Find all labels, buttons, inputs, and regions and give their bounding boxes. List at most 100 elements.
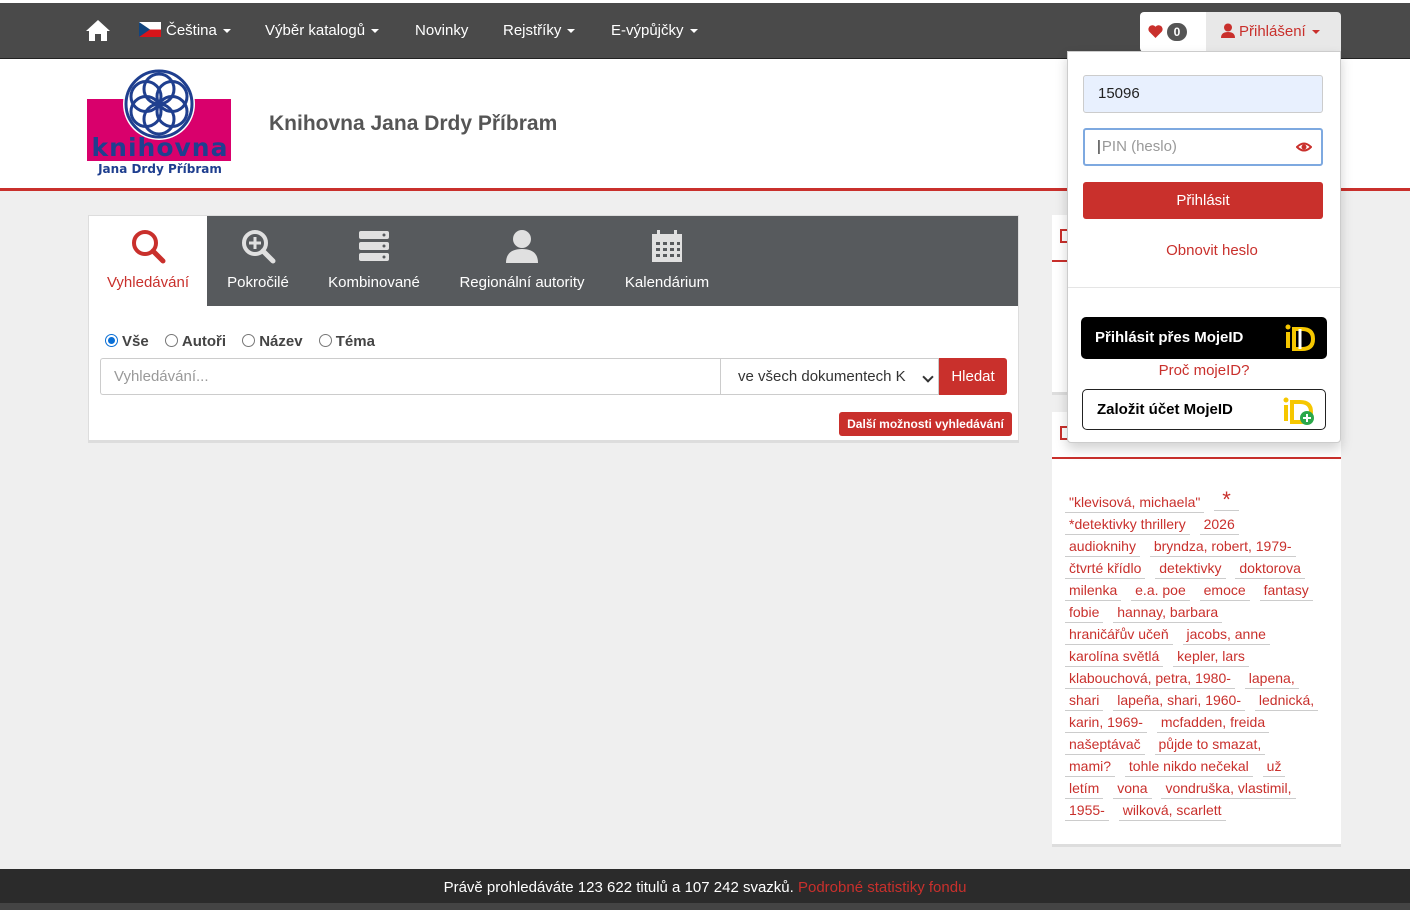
chevron-down-icon [922, 371, 934, 383]
mojeid-why-link[interactable]: Proč mojeID? [1068, 362, 1340, 379]
tag-link[interactable]: e.a. poe [1131, 580, 1190, 601]
logo-word: knihovna [91, 133, 229, 162]
footer: Právě prohledáváte 123 622 titulů a 107 … [0, 869, 1410, 910]
tag-link[interactable]: "klevisová, michaela" [1065, 492, 1205, 513]
login-dropdown: 15096 |PIN (heslo) Přihlásit Obnovit hes… [1067, 51, 1341, 443]
tag-link[interactable]: karin, 1969- [1065, 712, 1147, 733]
radio-topic-label: Téma [335, 333, 375, 350]
mojeid-create-button[interactable]: Založit účet MojeID [1082, 389, 1326, 430]
logo-subtitle: Jana Drdy Příbram [98, 162, 222, 176]
radio-title[interactable]: Název [242, 333, 303, 350]
library-logo[interactable]: knihovna Jana Drdy Příbram [87, 68, 233, 181]
tab-regional-authorities[interactable]: Regionální autority [439, 216, 605, 306]
mojeid-login-label: Přihlásit přes MojeID [1095, 329, 1244, 346]
tag-link[interactable]: milenka [1065, 580, 1122, 601]
search-button[interactable]: Hledat [939, 358, 1007, 395]
tag-link[interactable]: mcfadden, freida [1156, 712, 1270, 733]
footer-stats-link[interactable]: Podrobné statistiky fondu [798, 879, 966, 896]
tag-link[interactable]: bryndza, robert, 1979- [1149, 536, 1296, 557]
login-dropdown-toggle[interactable]: Přihlášení [1206, 12, 1341, 52]
radio-dot [318, 334, 332, 347]
tag-link[interactable]: fobie [1065, 602, 1104, 623]
nav-registers[interactable]: Rejstříky [503, 22, 576, 39]
tag-link[interactable]: hraničářův učeň [1065, 624, 1173, 645]
pin-input[interactable]: |PIN (heslo) [1083, 128, 1323, 166]
tab-calendar[interactable]: Kalendárium [605, 216, 729, 306]
nav-catalog[interactable]: Výběr katalogů [265, 22, 380, 39]
czech-flag-icon [139, 22, 161, 37]
tag-link[interactable]: detektivky [1155, 558, 1226, 579]
tag-link[interactable]: * [1214, 488, 1239, 511]
mojeid-login-button[interactable]: Přihlásit přes MojeID [1081, 317, 1327, 359]
heart-icon [1148, 25, 1163, 38]
tag-link[interactable]: půjde to smazat, [1154, 734, 1266, 755]
tag-link[interactable]: kepler, lars [1173, 646, 1249, 667]
mojeid-create-label: Založit účet MojeID [1097, 401, 1233, 418]
username-input[interactable]: 15096 [1083, 75, 1323, 113]
tag-link[interactable]: letím [1065, 778, 1104, 799]
tab-combined[interactable]: Kombinované [309, 216, 439, 306]
tag-link[interactable]: tohle nikdo nečekal [1124, 756, 1253, 777]
tab-combined-label: Kombinované [328, 274, 420, 291]
caret-down-icon [567, 29, 576, 34]
search-input[interactable]: Vyhledávání... [100, 358, 720, 395]
tag-link[interactable]: lapeña, shari, 1960- [1113, 690, 1246, 711]
tag-link[interactable]: klabouchová, petra, 1980- [1065, 668, 1235, 689]
reset-password-link[interactable]: Obnovit heslo [1068, 242, 1356, 259]
tag-link[interactable]: fantasy [1259, 580, 1313, 601]
nav-eloans[interactable]: E-výpůjčky [611, 22, 698, 39]
login-submit-button[interactable]: Přihlásit [1083, 182, 1323, 219]
tag-link[interactable]: našeptávač [1065, 734, 1145, 755]
tab-search-label: Vyhledávání [106, 274, 189, 291]
more-options-button[interactable]: Další možnosti vyhledávání [839, 412, 1012, 436]
search-panel: Vyhledávání Pokročilé Kombinované Region… [88, 215, 1019, 443]
favorites-count-badge: 0 [1167, 23, 1187, 41]
radio-topic[interactable]: Téma [318, 333, 375, 350]
eye-icon[interactable] [1296, 139, 1312, 155]
radio-dot [242, 334, 256, 347]
tab-advanced[interactable]: Pokročilé [207, 216, 309, 306]
tag-link[interactable]: shari [1065, 690, 1104, 711]
nav-catalog-label: Výběr katalogů [265, 22, 366, 39]
search-tabs: Vyhledávání Pokročilé Kombinované Region… [89, 216, 1018, 306]
mojeid-logo-icon [1285, 324, 1316, 351]
tag-link[interactable]: emoce [1199, 580, 1250, 601]
person-icon [506, 230, 538, 263]
tag-link[interactable]: audioknihy [1065, 536, 1140, 557]
tag-link[interactable]: hannay, barbara [1113, 602, 1223, 623]
radio-authors[interactable]: Autoři [164, 333, 227, 350]
home-icon[interactable] [85, 18, 111, 42]
stack-icon [359, 231, 389, 261]
radio-authors-label: Autoři [181, 333, 227, 350]
tab-search[interactable]: Vyhledávání [89, 216, 207, 306]
nav-eloans-label: E-výpůjčky [611, 22, 684, 39]
page-title: Knihovna Jana Drdy Příbram [269, 112, 558, 135]
tag-link[interactable]: už [1262, 756, 1286, 777]
search-scope-select[interactable]: ve všech dokumentech K [720, 358, 939, 395]
tab-regional-label: Regionální autority [459, 274, 585, 291]
calendar-icon [652, 230, 682, 262]
zoom-plus-icon [242, 230, 276, 264]
tag-link[interactable]: vona [1113, 778, 1152, 799]
radio-all[interactable]: Vše [105, 333, 149, 350]
tag-link[interactable]: *detektivky thrillery [1065, 514, 1190, 535]
tag-link[interactable]: čtvrté křídlo [1065, 558, 1146, 579]
tag-link[interactable]: karolína světlá [1065, 646, 1164, 667]
caret-down-icon [222, 29, 231, 34]
tag-link[interactable]: mami? [1065, 756, 1116, 777]
nav-language[interactable]: Čeština [139, 22, 231, 39]
tag-link[interactable]: doktorova [1235, 558, 1305, 579]
tag-link[interactable]: wilková, scarlett [1118, 800, 1226, 821]
tag-link[interactable]: 1955- [1065, 800, 1109, 821]
tag-cloud: "klevisová, michaela" * *detektivky thri… [1065, 488, 1327, 821]
mojeid-add-icon [1283, 397, 1314, 425]
login-toggle-label: Přihlášení [1239, 23, 1306, 40]
tag-link[interactable]: vondruška, vlastimil, [1161, 778, 1296, 799]
tag-link[interactable]: lapena, [1244, 668, 1299, 689]
tag-link[interactable]: 2026 [1199, 514, 1239, 535]
pin-placeholder: PIN (heslo) [1101, 138, 1177, 155]
tag-link[interactable]: jacobs, anne [1182, 624, 1270, 645]
nav-news[interactable]: Novinky [415, 22, 468, 39]
caret-down-icon [371, 29, 380, 34]
tag-link[interactable]: lednická, [1254, 690, 1319, 711]
